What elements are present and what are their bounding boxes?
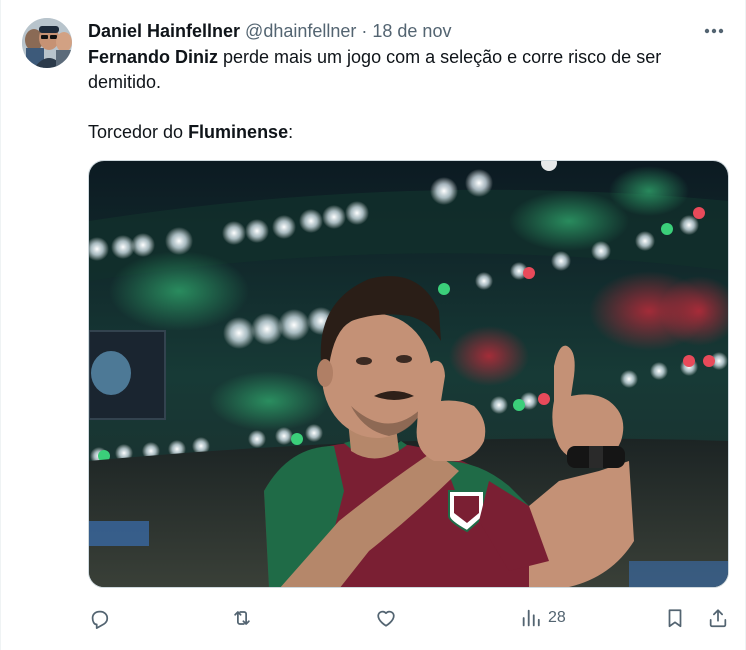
analytics-icon <box>522 609 540 627</box>
tweet-card[interactable]: Daniel Hainfellner @dhainfellner · 18 de… <box>0 0 746 650</box>
share-icon <box>709 609 727 628</box>
tweet-actions: 28 <box>88 601 733 635</box>
avatar[interactable] <box>22 18 72 68</box>
reply-icon <box>91 610 109 629</box>
body-text-prefix: Torcedor do <box>88 122 189 142</box>
tweet-text-paragraph-1: Fernando Diniz perde mais um jogo com a … <box>88 45 708 95</box>
reply-button[interactable] <box>88 601 110 635</box>
header-separator: · <box>361 20 368 41</box>
tweet-header: Daniel Hainfellner @dhainfellner · 18 de… <box>88 20 451 42</box>
more-horizontal-icon <box>704 28 724 34</box>
more-options-button[interactable] <box>703 20 725 42</box>
body-text-suffix: : <box>288 122 294 142</box>
tweet-timestamp[interactable]: 18 de nov <box>372 21 451 42</box>
like-button[interactable] <box>375 601 397 635</box>
author-name[interactable]: Daniel Hainfellner <box>88 21 240 42</box>
tweet-text: Fernando Diniz perde mais um jogo com a … <box>88 45 708 145</box>
author-handle[interactable]: @dhainfellner <box>245 21 356 42</box>
bookmark-button[interactable] <box>664 601 686 635</box>
views-button[interactable]: 28 <box>520 601 566 635</box>
mention-text: Fernando Diniz <box>88 47 218 67</box>
retweet-icon <box>234 611 250 625</box>
views-count: 28 <box>548 609 566 626</box>
photo-coach-thumbs-up <box>89 161 728 587</box>
retweet-button[interactable] <box>230 601 254 635</box>
club-name-text: Fluminense <box>188 122 289 142</box>
heart-icon <box>377 610 395 627</box>
bookmark-icon <box>668 609 682 628</box>
tweet-photo[interactable] <box>88 160 729 588</box>
share-button[interactable] <box>707 601 729 635</box>
avatar-image <box>22 18 72 68</box>
tweet-text-paragraph-2: Torcedor do Fluminense: <box>88 120 708 145</box>
